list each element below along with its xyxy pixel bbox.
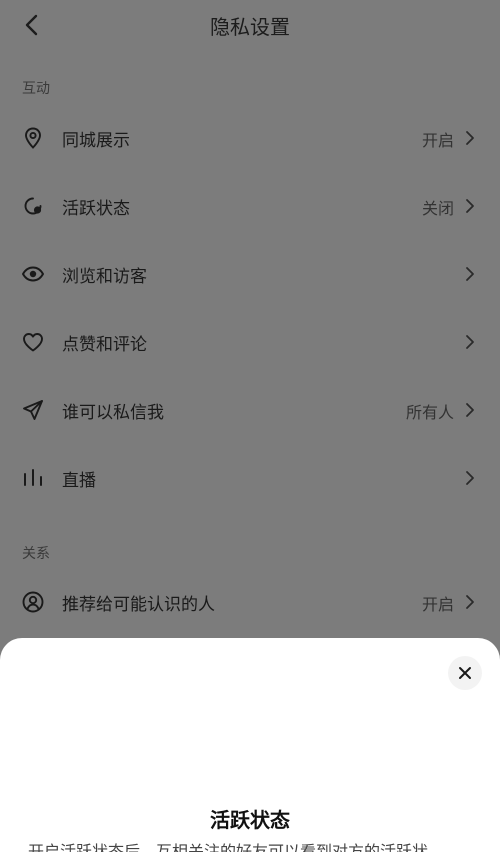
settings-row-active-status[interactable]: 活跃状态 关闭 (0, 176, 500, 236)
chevron-right-icon (466, 595, 474, 609)
settings-row-recommend-to-acquaintances[interactable]: 推荐给可能认识的人 开启 (0, 572, 500, 632)
heart-icon (21, 330, 45, 354)
chevron-right-icon (466, 335, 474, 349)
close-icon (459, 667, 471, 679)
settings-row-live[interactable]: 直播 (0, 448, 500, 508)
settings-row-browse-visitors[interactable]: 浏览和访客 (0, 244, 500, 304)
bottom-sheet: 活跃状态 开启活跃状态后，互相关注的好友可以看到对方的活跃状 (0, 638, 500, 852)
row-label: 浏览和访客 (62, 267, 147, 287)
chevron-right-icon (466, 199, 474, 213)
header: 隐私设置 (0, 0, 500, 52)
section-label-relations: 关系 (22, 546, 50, 562)
row-value: 开启 (421, 595, 454, 614)
row-label: 谁可以私信我 (62, 403, 164, 423)
location-pin-icon (21, 126, 45, 150)
chevron-right-icon (466, 131, 474, 145)
row-value: 所有人 (405, 403, 454, 422)
page-title: 隐私设置 (210, 15, 290, 39)
bars-icon (21, 466, 45, 490)
sheet-title: 活跃状态 (210, 808, 290, 832)
settings-row-likes-comments[interactable]: 点赞和评论 (0, 312, 500, 372)
active-status-icon (21, 194, 45, 218)
close-button[interactable] (448, 656, 482, 690)
section-label-interaction: 互动 (22, 81, 50, 97)
row-label: 活跃状态 (62, 199, 130, 219)
person-circle-icon (21, 590, 45, 614)
chevron-right-icon (466, 267, 474, 281)
row-value: 开启 (421, 131, 454, 150)
row-label: 推荐给可能认识的人 (62, 595, 215, 615)
eye-icon (21, 262, 45, 286)
sheet-description: 开启活跃状态后，互相关注的好友可以看到对方的活跃状 (28, 842, 429, 852)
settings-row-city-display[interactable]: 同城展示 开启 (0, 108, 500, 168)
row-label: 点赞和评论 (62, 335, 147, 355)
chevron-right-icon (466, 471, 474, 485)
chevron-right-icon (466, 403, 474, 417)
row-value: 关闭 (421, 199, 454, 218)
privacy-settings-page: 隐私设置 互动 同城展示 开启 活跃状态 关闭 浏览和访客 点赞和评论 谁可以私… (0, 0, 500, 852)
row-label: 同城展示 (62, 131, 130, 151)
settings-row-who-can-message[interactable]: 谁可以私信我 所有人 (0, 380, 500, 440)
row-label: 直播 (62, 471, 96, 491)
send-icon (21, 398, 45, 422)
